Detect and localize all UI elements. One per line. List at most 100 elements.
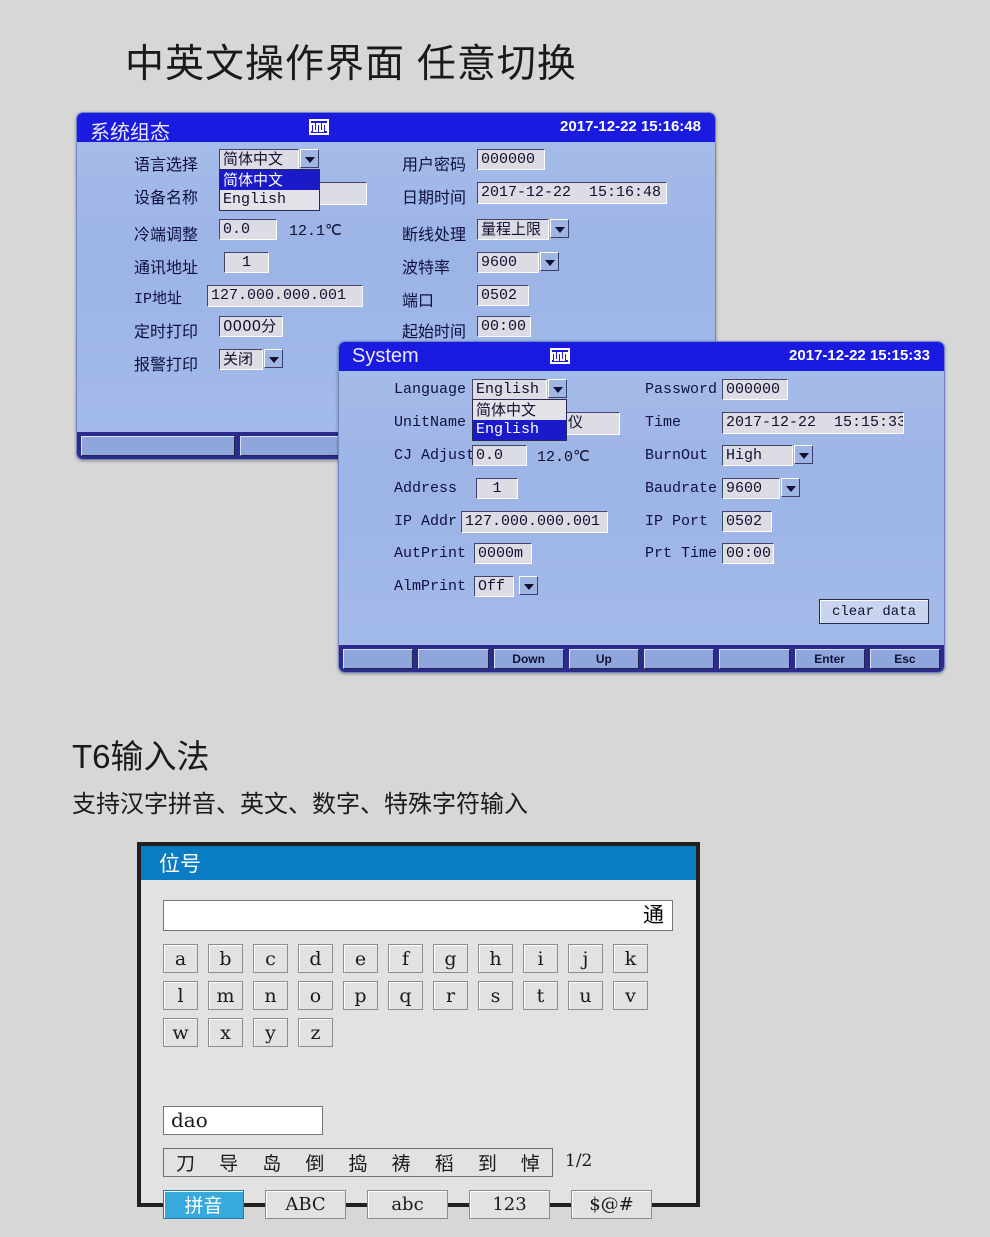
en-value-ipport[interactable]: 0502 <box>722 511 772 532</box>
candidate-9[interactable]: 悼 <box>521 1149 540 1176</box>
cn-value-ipaddr[interactable]: 127.000.000.001 <box>207 285 363 307</box>
cn-language-option-en[interactable]: English <box>220 190 319 210</box>
en-language-chevron-down-icon[interactable] <box>548 379 567 398</box>
candidate-4[interactable]: 倒 <box>305 1149 324 1176</box>
mode-numbers[interactable]: 123 <box>469 1190 550 1219</box>
en-burnout-chevron-down-icon[interactable] <box>794 445 813 464</box>
cn-value-burnout[interactable]: 量程上限 <box>477 219 549 240</box>
key-t[interactable]: t <box>523 981 558 1010</box>
en-value-language[interactable]: English <box>472 379 547 400</box>
section-title-t6: T6输入法 <box>72 738 210 775</box>
candidate-list[interactable]: 刀 导 岛 倒 捣 祷 稻 到 悼 <box>163 1148 553 1177</box>
cn-value-password[interactable]: 000000 <box>477 149 545 170</box>
key-y[interactable]: y <box>253 1018 288 1047</box>
en-softkey-6[interactable] <box>719 648 790 669</box>
candidate-6[interactable]: 祷 <box>392 1149 411 1176</box>
key-v[interactable]: v <box>613 981 648 1010</box>
cn-value-ipport[interactable]: 0502 <box>477 285 529 306</box>
candidate-8[interactable]: 到 <box>478 1149 497 1176</box>
key-q[interactable]: q <box>388 981 423 1010</box>
en-label-time: Time <box>645 414 682 431</box>
cn-burnout-chevron-down-icon[interactable] <box>550 219 569 238</box>
cn-softkey-1[interactable] <box>81 435 235 456</box>
clear-data-button[interactable]: clear data <box>819 599 929 624</box>
key-s[interactable]: s <box>478 981 513 1010</box>
cn-label-ipport: 端口 <box>402 291 435 310</box>
key-e[interactable]: e <box>343 944 378 973</box>
en-value-baudrate[interactable]: 9600 <box>722 478 780 499</box>
en-value-burnout[interactable]: High <box>722 445 793 466</box>
key-b[interactable]: b <box>208 944 243 973</box>
candidate-3[interactable]: 岛 <box>262 1149 281 1176</box>
candidate-5[interactable]: 捣 <box>348 1149 367 1176</box>
en-value-almprint[interactable]: Off <box>474 576 514 597</box>
en-value-autprint[interactable]: 0000m <box>474 543 532 564</box>
en-softkey-down[interactable]: Down <box>493 648 564 669</box>
cn-baudrate-chevron-down-icon[interactable] <box>540 252 559 271</box>
en-almprint-chevron-down-icon[interactable] <box>519 576 538 595</box>
en-label-address: Address <box>394 480 458 497</box>
key-c[interactable]: c <box>253 944 288 973</box>
en-softkey-1[interactable] <box>343 648 414 669</box>
cn-language-dropdown-list[interactable]: 简体中文 English <box>219 169 320 211</box>
en-value-time[interactable]: 2017-12-22 15:15:33 <box>722 412 904 434</box>
en-softkey-esc[interactable]: Esc <box>869 648 940 669</box>
candidate-page-indicator: 1/2 <box>565 1151 593 1171</box>
cn-value-baudrate[interactable]: 9600 <box>477 252 539 273</box>
cn-value-language[interactable]: 简体中文 <box>219 149 299 170</box>
cn-almprint-chevron-down-icon[interactable] <box>264 349 283 368</box>
key-j[interactable]: j <box>568 944 603 973</box>
cn-value-almprint[interactable]: 关闭 <box>219 349 263 370</box>
en-baudrate-chevron-down-icon[interactable] <box>781 478 800 497</box>
key-d[interactable]: d <box>298 944 333 973</box>
cn-language-option-zh[interactable]: 简体中文 <box>220 170 319 190</box>
mode-abc-lower[interactable]: abc <box>367 1190 448 1219</box>
en-label-autprint: AutPrint <box>394 545 467 562</box>
en-value-prttime[interactable]: 00:00 <box>722 543 774 564</box>
en-language-option-zh[interactable]: 简体中文 <box>473 400 566 420</box>
candidate-1[interactable]: 刀 <box>176 1149 195 1176</box>
en-value-cjadjust[interactable]: 0.0 <box>472 445 527 466</box>
key-r[interactable]: r <box>433 981 468 1010</box>
key-u[interactable]: u <box>568 981 603 1010</box>
key-k[interactable]: k <box>613 944 648 973</box>
t6-keyboard-panel: 位号 通 a b c d e f g h i j k l m n o p q r… <box>137 842 700 1219</box>
key-z[interactable]: z <box>298 1018 333 1047</box>
pinyin-input[interactable]: dao <box>163 1106 323 1135</box>
cn-value-autprint[interactable]: 0000分 <box>219 316 283 337</box>
en-value-address[interactable]: 1 <box>476 478 518 499</box>
en-value-password[interactable]: 000000 <box>722 379 788 400</box>
keyboard-display-input[interactable]: 通 <box>163 900 673 931</box>
en-language-option-en[interactable]: English <box>473 420 566 440</box>
en-softkey-up[interactable]: Up <box>568 648 639 669</box>
key-f[interactable]: f <box>388 944 423 973</box>
key-l[interactable]: l <box>163 981 198 1010</box>
key-o[interactable]: o <box>298 981 333 1010</box>
cn-window-title: 系统组态 <box>90 122 170 144</box>
candidate-7[interactable]: 稻 <box>435 1149 454 1176</box>
en-softkey-2[interactable] <box>418 648 489 669</box>
mode-symbols[interactable]: $@# <box>571 1190 652 1219</box>
en-value-ipaddr[interactable]: 127.000.000.001 <box>461 511 608 533</box>
key-x[interactable]: x <box>208 1018 243 1047</box>
key-i[interactable]: i <box>523 944 558 973</box>
cn-value-address[interactable]: 1 <box>224 252 269 273</box>
cn-value-prttime[interactable]: 00:00 <box>477 316 531 337</box>
en-label-language: Language <box>394 381 467 398</box>
key-w[interactable]: w <box>163 1018 198 1047</box>
mode-abc-upper[interactable]: ABC <box>265 1190 346 1219</box>
cn-language-chevron-down-icon[interactable] <box>300 149 319 168</box>
key-p[interactable]: p <box>343 981 378 1010</box>
cn-value-cjadjust[interactable]: 0.0 <box>219 219 277 240</box>
key-a[interactable]: a <box>163 944 198 973</box>
en-language-dropdown-list[interactable]: 简体中文 English <box>472 399 567 441</box>
key-g[interactable]: g <box>433 944 468 973</box>
candidate-2[interactable]: 导 <box>219 1149 238 1176</box>
key-n[interactable]: n <box>253 981 288 1010</box>
key-h[interactable]: h <box>478 944 513 973</box>
mode-pinyin[interactable]: 拼音 <box>163 1190 244 1219</box>
en-softkey-5[interactable] <box>644 648 715 669</box>
en-softkey-enter[interactable]: Enter <box>794 648 865 669</box>
key-m[interactable]: m <box>208 981 243 1010</box>
cn-value-datetime[interactable]: 2017-12-22 15:16:48 <box>477 182 667 204</box>
